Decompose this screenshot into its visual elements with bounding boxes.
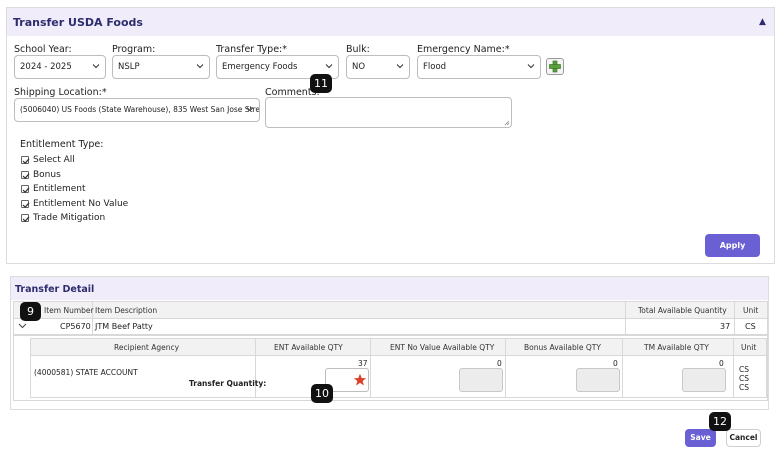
collapse-icon[interactable]: ▲: [759, 17, 766, 27]
ent-no-value-qty-cell: 0: [497, 359, 502, 368]
bulk-value: NO: [352, 62, 366, 72]
divider: [14, 318, 767, 319]
transfer-type-value: Emergency Foods: [222, 62, 298, 72]
transfer-usda-foods-panel: Transfer USDA Foods ▲ School Year: Progr…: [6, 7, 775, 264]
annotation-badge-11: 11: [310, 74, 332, 93]
select-all-label: Select All: [33, 155, 75, 165]
col-unit[interactable]: Unit: [743, 306, 758, 315]
bonus-transfer-input: [576, 368, 620, 392]
bulk-select[interactable]: NO: [346, 55, 410, 79]
entitlement-no-value-label: Entitlement No Value: [33, 199, 129, 209]
bonus-label: Bonus: [33, 170, 61, 180]
items-table: Item Number Item Description Total Avail…: [13, 301, 768, 335]
trade-mitigation-checkbox[interactable]: [21, 214, 30, 223]
divider: [625, 302, 626, 334]
program-label: Program:: [112, 44, 156, 55]
divider: [255, 339, 256, 397]
emergency-name-label: Emergency Name:*: [417, 44, 510, 55]
annotation-badge-9: 9: [20, 302, 41, 321]
transfer-type-label: Transfer Type:*: [216, 44, 287, 55]
program-select[interactable]: NSLP: [112, 55, 210, 79]
checkmark-icon: [22, 158, 30, 165]
save-button[interactable]: Save: [685, 429, 716, 447]
transfer-detail-panel: Transfer Detail Item Number Item Descrip…: [10, 276, 769, 410]
trade-mitigation-label: Trade Mitigation: [33, 213, 106, 223]
chevron-down-icon: [396, 64, 404, 69]
total-qty-cell: 37: [720, 322, 731, 331]
col-total-available-quantity[interactable]: Total Available Quantity: [638, 306, 727, 315]
divider: [734, 302, 735, 334]
divider: [622, 339, 623, 397]
divider: [733, 339, 734, 397]
transfer-quantity-label: Transfer Quantity:: [189, 379, 267, 388]
annotation-badge-10: 10: [311, 384, 333, 403]
col-recipient-agency[interactable]: Recipient Agency: [114, 343, 179, 352]
panel-title: Transfer USDA Foods: [13, 16, 143, 29]
entitlement-checkbox[interactable]: [21, 185, 30, 194]
divider: [370, 339, 371, 397]
col-ent-available-qty[interactable]: ENT Available QTY: [274, 343, 343, 352]
emergency-name-value: Flood: [423, 62, 447, 72]
recipient-agency-cell: (4000581) STATE ACCOUNT: [34, 368, 138, 377]
bulk-label: Bulk:: [346, 44, 370, 55]
chevron-down-icon: [196, 64, 204, 69]
checkmark-icon: [22, 216, 30, 223]
chevron-down-icon: [325, 64, 333, 69]
col-bonus-available-qty[interactable]: Bonus Available QTY: [524, 343, 601, 352]
shipping-location-value: (5006040) US Foods (State Warehouse), 83…: [20, 105, 260, 114]
unit-cell: CS: [739, 383, 749, 392]
checkmark-icon: [22, 187, 30, 194]
divider: [505, 339, 506, 397]
chevron-down-icon: [246, 107, 254, 112]
comments-textarea[interactable]: [265, 97, 512, 128]
unit-cell: CS: [739, 365, 749, 374]
col-ent-no-value-available-qty[interactable]: ENT No Value Available QTY: [390, 343, 494, 352]
entitlement-type-label: Entitlement Type:: [20, 139, 104, 150]
emergency-name-select[interactable]: Flood: [417, 55, 541, 79]
col-item-number[interactable]: Item Number: [44, 306, 94, 315]
ent-no-value-transfer-input: [459, 368, 503, 392]
ent-available-qty-cell: 37: [358, 359, 368, 368]
panel-header: Transfer Detail: [11, 277, 768, 300]
panel-title: Transfer Detail: [15, 284, 95, 295]
checkmark-icon: [22, 173, 30, 180]
recipient-table: Recipient Agency ENT Available QTY ENT N…: [30, 338, 767, 398]
resize-handle-icon[interactable]: [504, 120, 510, 126]
tm-transfer-input: [682, 368, 726, 392]
plus-icon: [549, 60, 561, 73]
item-description-cell: JTM Beef Patty: [95, 322, 153, 331]
annotation-badge-12: 12: [709, 412, 731, 431]
unit-cell: CS: [739, 374, 749, 383]
col-item-description[interactable]: Item Description: [95, 306, 157, 315]
shipping-location-label: Shipping Location:*: [14, 87, 107, 98]
bonus-qty-cell: 0: [613, 359, 618, 368]
apply-button[interactable]: Apply: [705, 234, 760, 257]
col-unit[interactable]: Unit: [741, 343, 756, 352]
tm-qty-cell: 0: [719, 359, 724, 368]
expanded-detail: Recipient Agency ENT Available QTY ENT N…: [13, 335, 768, 401]
item-number-cell: CP5670: [60, 322, 91, 331]
school-year-label: School Year:: [14, 44, 72, 55]
checkmark-icon: [22, 202, 30, 209]
select-all-checkbox[interactable]: [21, 156, 30, 165]
col-tm-available-qty[interactable]: TM Available QTY: [644, 343, 709, 352]
cancel-button[interactable]: Cancel: [726, 429, 761, 447]
divider: [31, 355, 766, 356]
panel-header[interactable]: Transfer USDA Foods ▲: [7, 8, 774, 36]
add-emergency-button[interactable]: [546, 58, 564, 75]
required-star-icon: [353, 373, 367, 386]
shipping-location-select[interactable]: (5006040) US Foods (State Warehouse), 83…: [14, 98, 260, 122]
chevron-down-icon: [527, 64, 535, 69]
chevron-down-icon[interactable]: [18, 322, 27, 330]
chevron-down-icon: [92, 64, 100, 69]
unit-cell: CS: [745, 322, 756, 331]
entitlement-no-value-checkbox[interactable]: [21, 200, 30, 209]
bonus-checkbox[interactable]: [21, 171, 30, 180]
program-value: NSLP: [118, 62, 140, 72]
school-year-select[interactable]: 2024 - 2025: [14, 55, 106, 79]
school-year-value: 2024 - 2025: [20, 62, 72, 72]
entitlement-label: Entitlement: [33, 184, 86, 194]
